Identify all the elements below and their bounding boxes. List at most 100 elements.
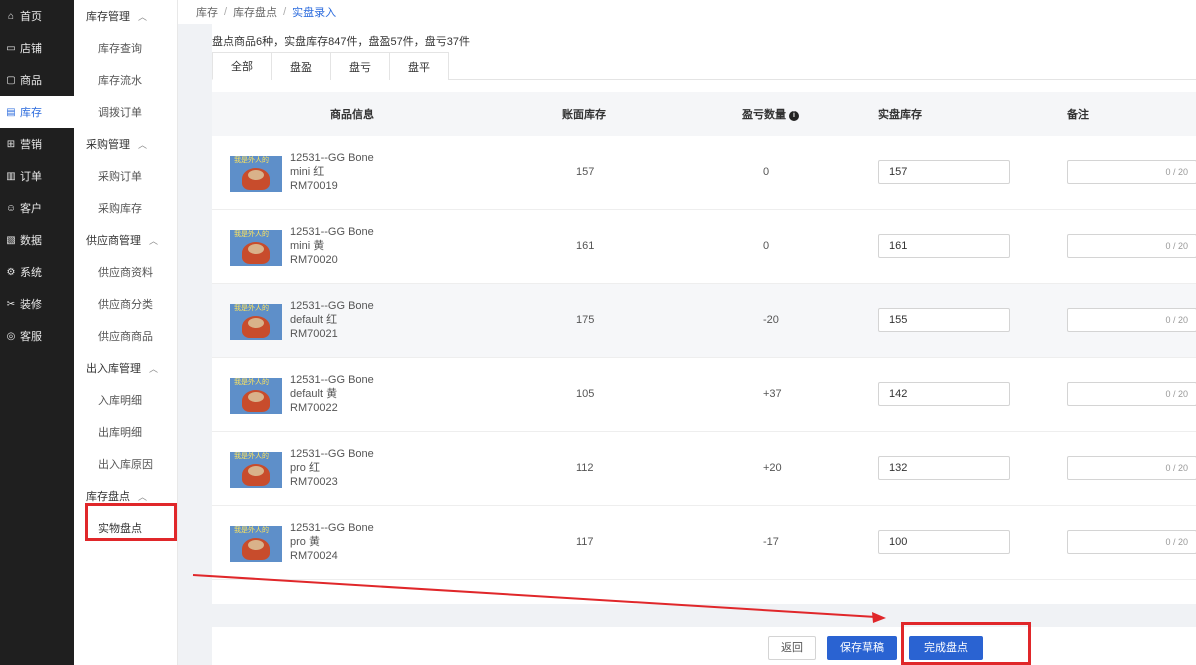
group-stock-mgmt[interactable]: 库存管理 ︿ [74, 0, 177, 32]
tab-surplus[interactable]: 盘盈 [271, 52, 331, 80]
sub-item-supplier-goods[interactable]: 供应商商品 [74, 320, 177, 352]
chevron-up-icon: ︿ [149, 363, 159, 374]
table-row: 我是外人的 12531--GG Bone mini 红 RM70019 157 0 157 0… [212, 136, 1196, 210]
sub-item-purchase-order[interactable]: 采购订单 [74, 160, 177, 192]
table-row: 我是外人的 12531--GG Bone pro 黄 RM70024 117 -17 100… [212, 506, 1196, 580]
nav-item-inventory[interactable]: ▤ 库存 [0, 96, 74, 128]
sub-item-supplier-info[interactable]: 供应商资料 [74, 256, 177, 288]
diff-value: 0 [763, 166, 770, 178]
sub-item-supplier-category[interactable]: 供应商分类 [74, 288, 177, 320]
nav-label: 系统 [20, 267, 42, 279]
note-input[interactable]: 0 / 20 [1067, 382, 1196, 406]
product-sku: RM70022 [290, 402, 338, 414]
sub-item-transfer-order[interactable]: 调拨订单 [74, 96, 177, 128]
tab-loss[interactable]: 盘亏 [330, 52, 390, 80]
thumbnail-face [248, 318, 264, 328]
stocktake-summary: 盘点商品6种，实盘库存847件，盘盈57件，盘亏37件 [212, 36, 470, 48]
sub-nav: 库存管理 ︿ 库存查询 库存流水 调拨订单 采购管理 ︿ 采购订单 采购库存 供应商… [74, 0, 178, 665]
breadcrumb-inventory[interactable]: 库存 [196, 4, 218, 20]
nav-label: 客服 [20, 331, 42, 343]
header-product: 商品信息 [330, 109, 374, 121]
nav-label: 数据 [20, 235, 42, 247]
nav-label: 商品 [20, 75, 42, 87]
note-input[interactable]: 0 / 20 [1067, 308, 1196, 332]
actual-stock-input[interactable]: 161 [878, 234, 1010, 258]
group-label: 出入库管理 [86, 363, 141, 375]
highlight-box-physical-count [85, 503, 177, 541]
product-icon: ▢ [6, 74, 16, 86]
sub-item-inout-reason[interactable]: 出入库原因 [74, 448, 177, 480]
header-actual-stock: 实盘库存 [878, 109, 922, 121]
nav-item-home[interactable]: ⌂ 首页 [0, 0, 74, 32]
chevron-up-icon: ︿ [149, 235, 159, 246]
thumbnail-face [248, 392, 264, 402]
sub-item-stock-flow[interactable]: 库存流水 [74, 64, 177, 96]
nav-item-marketing[interactable]: ⊞ 营销 [0, 128, 74, 160]
thumbnail-caption: 我是外人的 [234, 305, 269, 312]
thumbnail-face [248, 540, 264, 550]
group-purchase-mgmt[interactable]: 采购管理 ︿ [74, 128, 177, 160]
thumbnail-caption: 我是外人的 [234, 453, 269, 460]
chat-icon: ◎ [6, 330, 16, 342]
nav-item-system[interactable]: ⚙ 系统 [0, 256, 74, 288]
group-label: 供应商管理 [86, 235, 141, 247]
thumbnail-face [248, 170, 264, 180]
customer-icon: ☺ [5, 202, 17, 214]
nav-label: 客户 [20, 203, 42, 215]
note-input[interactable]: 0 / 20 [1067, 234, 1196, 258]
main-nav: ⌂ 首页 ▭ 店铺 ▢ 商品 ▤ 库存 ⊞ 营销 ▥ 订单 ☺ 客户 ▧ 数据 ⚙ 系统 ✂ 装修 … [0, 0, 74, 665]
gift-icon: ⊞ [6, 138, 16, 150]
group-supplier-mgmt[interactable]: 供应商管理 ︿ [74, 224, 177, 256]
order-icon: ▥ [6, 170, 16, 182]
table-row: 我是外人的 12531--GG Bone mini 黄 RM70020 161 0 161 0… [212, 210, 1196, 284]
breadcrumb-stocktake[interactable]: 库存盘点 [233, 4, 277, 20]
nav-item-order[interactable]: ▥ 订单 [0, 160, 74, 192]
product-variant: mini 黄 [290, 240, 325, 252]
sub-item-out-detail[interactable]: 出库明细 [74, 416, 177, 448]
nav-item-data[interactable]: ▧ 数据 [0, 224, 74, 256]
actual-stock-input[interactable]: 100 [878, 530, 1010, 554]
settings-icon: ⚙ [6, 266, 16, 278]
note-input[interactable]: 0 / 20 [1067, 456, 1196, 480]
nav-item-service[interactable]: ◎ 客服 [0, 320, 74, 352]
actual-stock-input[interactable]: 142 [878, 382, 1010, 406]
nav-item-customer[interactable]: ☺ 客户 [0, 192, 74, 224]
diff-value: 0 [763, 240, 770, 252]
nav-label: 库存 [20, 107, 42, 119]
product-sku: RM70021 [290, 328, 338, 340]
product-name: 12531--GG Bone [290, 300, 374, 312]
tab-even[interactable]: 盘平 [389, 52, 449, 80]
info-icon[interactable]: i [789, 111, 799, 121]
group-inout-mgmt[interactable]: 出入库管理 ︿ [74, 352, 177, 384]
product-info: 12531--GG Bone default 红 RM70021 [290, 299, 374, 341]
sub-item-purchase-stock[interactable]: 采购库存 [74, 192, 177, 224]
table-header: 商品信息 账面库存 盈亏数量 i 实盘库存 备注 [212, 92, 1196, 136]
product-name: 12531--GG Bone [290, 226, 374, 238]
product-thumbnail: 我是外人的 [230, 526, 282, 562]
product-thumbnail: 我是外人的 [230, 452, 282, 488]
breadcrumb-current: 实盘录入 [292, 7, 337, 19]
chevron-up-icon: ︿ [138, 139, 148, 150]
save-draft-button[interactable]: 保存草稿 [827, 636, 897, 660]
actual-stock-input[interactable]: 155 [878, 308, 1010, 332]
chevron-up-icon: ︿ [138, 11, 148, 22]
actual-stock-input[interactable]: 132 [878, 456, 1010, 480]
tab-all[interactable]: 全部 [212, 52, 272, 80]
product-sku: RM70024 [290, 550, 338, 562]
nav-item-store[interactable]: ▭ 店铺 [0, 32, 74, 64]
nav-label: 店铺 [20, 43, 42, 55]
table-row: 我是外人的 12531--GG Bone default 红 RM70021 175 -2… [212, 284, 1196, 358]
data-icon: ▧ [6, 234, 16, 246]
book-stock-value: 105 [576, 388, 595, 400]
product-variant: pro 红 [290, 462, 320, 474]
nav-item-decorate[interactable]: ✂ 装修 [0, 288, 74, 320]
back-button[interactable]: 返回 [768, 636, 816, 660]
nav-item-product[interactable]: ▢ 商品 [0, 64, 74, 96]
note-input[interactable]: 0 / 20 [1067, 530, 1196, 554]
diff-value: -17 [763, 536, 779, 548]
actual-stock-input[interactable]: 157 [878, 160, 1010, 184]
sub-item-in-detail[interactable]: 入库明细 [74, 384, 177, 416]
note-input[interactable]: 0 / 20 [1067, 160, 1196, 184]
book-stock-value: 117 [576, 536, 594, 548]
sub-item-stock-query[interactable]: 库存查询 [74, 32, 177, 64]
